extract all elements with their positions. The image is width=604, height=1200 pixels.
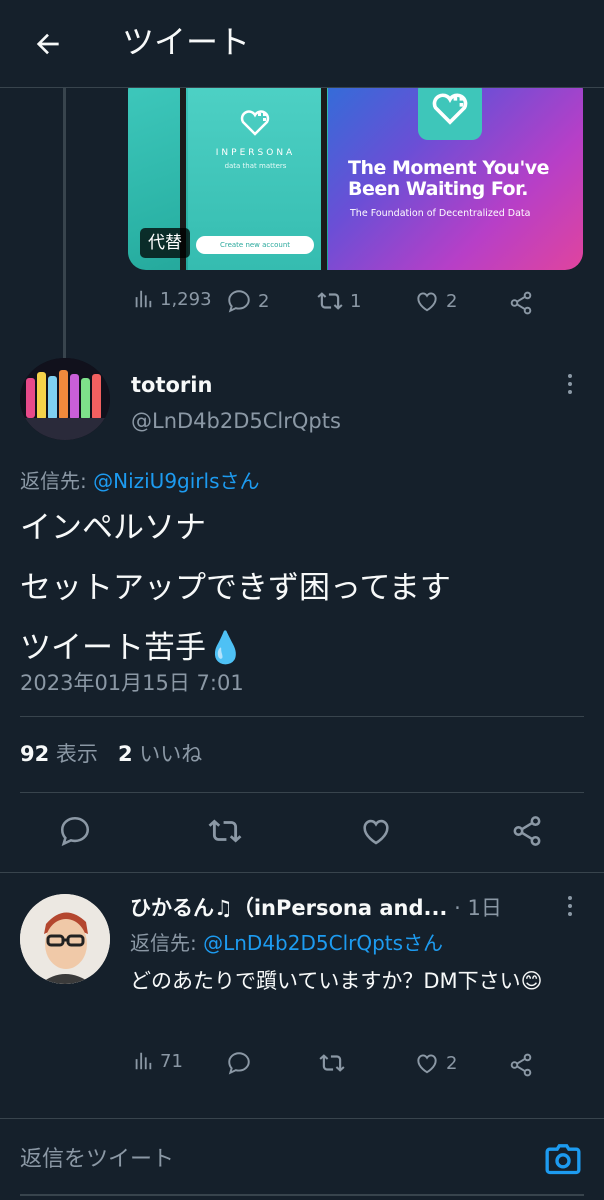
- username[interactable]: @LnD4b2D5ClrQpts: [131, 406, 341, 436]
- promo-banner: The Moment You've Been Waiting For. The …: [328, 72, 583, 270]
- inpersona-heart-logo-icon: [240, 110, 270, 136]
- more-vertical-icon: [568, 374, 572, 394]
- reply-count: 2: [258, 290, 270, 312]
- brand-tagline: data that matters: [224, 162, 287, 170]
- retweet-icon: [319, 1054, 345, 1072]
- promo-title: The Moment You've Been Waiting For.: [348, 157, 550, 200]
- reply-prefix: 返信先:: [130, 931, 204, 955]
- reply-button[interactable]: 2: [226, 288, 269, 314]
- avatar-photo: [20, 358, 110, 440]
- create-account-button-image: Create new account: [196, 236, 314, 254]
- more-vertical-icon: [568, 896, 572, 916]
- retweet-button[interactable]: [207, 814, 243, 848]
- reply-icon: [228, 1052, 250, 1075]
- share-icon: [510, 1053, 532, 1077]
- divider: [0, 1118, 604, 1119]
- reply-context: 返信先: @NiziU9girlsさん: [20, 466, 260, 496]
- share-button[interactable]: [510, 814, 544, 848]
- promo-subtitle: The Foundation of Decentralized Data: [350, 208, 531, 219]
- heart-icon: [417, 1054, 437, 1074]
- views-button[interactable]: 1,293: [132, 288, 212, 310]
- tweet-timestamp[interactable]: 2023年01月15日 7:01: [20, 668, 244, 698]
- reply-icon: [228, 290, 250, 313]
- reply-composer-input[interactable]: 返信をツイート: [20, 1140, 174, 1180]
- alt-text-badge[interactable]: 代替: [140, 228, 190, 258]
- tweet-line: インペルソナ: [20, 510, 206, 546]
- analytics-icon: [135, 1052, 152, 1070]
- phone-frame: [321, 72, 327, 270]
- likes-count: 2: [117, 742, 133, 766]
- reply-icon: [60, 816, 90, 847]
- reply-context: 返信先: @LnD4b2D5ClrQptsさん: [130, 928, 443, 958]
- divider: [20, 792, 584, 793]
- views-count: 1,293: [160, 288, 212, 310]
- reply-handle-link[interactable]: @LnD4b2D5ClrQptsさん: [203, 931, 443, 955]
- likes-label[interactable]: いいね: [139, 742, 202, 766]
- heart-icon: [363, 819, 389, 845]
- retweet-icon: [317, 292, 343, 310]
- reply-time: · 1日: [454, 896, 502, 920]
- retweet-button[interactable]: [318, 1050, 346, 1076]
- arrow-left-icon: [36, 33, 59, 55]
- reply-header: ひかるん♫（inPersona and... · 1日: [130, 892, 530, 924]
- share-icon: [513, 816, 541, 846]
- views-button[interactable]: 71: [132, 1050, 183, 1072]
- avatar[interactable]: [20, 358, 110, 440]
- like-count: 2: [446, 290, 458, 312]
- tweet-stats: 92 表示 2 いいね: [20, 738, 202, 770]
- more-options-button[interactable]: [558, 372, 582, 396]
- camera-icon: [545, 1144, 581, 1175]
- retweet-icon: [208, 819, 242, 843]
- more-options-button[interactable]: [558, 894, 582, 918]
- tweet-media-image[interactable]: INPERSONA data that matters Create new a…: [128, 72, 583, 270]
- tweet-text: インペルソナ セットアップできず困ってます ツイート苦手💧: [20, 498, 590, 678]
- display-name[interactable]: ひかるん♫（inPersona and...: [130, 896, 447, 920]
- retweet-button[interactable]: 1: [316, 288, 361, 314]
- app-tile: [418, 80, 482, 140]
- reply-button[interactable]: [58, 814, 92, 848]
- views-count: 71: [160, 1050, 183, 1072]
- like-button[interactable]: 2: [414, 288, 457, 314]
- tweet-line: セットアップできず困ってます: [20, 570, 451, 606]
- reply-text: どのあたりで躓いていますか？DM下さい😊: [130, 969, 543, 993]
- divider: [20, 716, 584, 717]
- back-button[interactable]: [22, 22, 74, 66]
- share-button[interactable]: [508, 290, 534, 316]
- analytics-icon: [135, 290, 152, 308]
- inpersona-heart-logo-icon: [432, 93, 468, 125]
- views-count: 92: [20, 742, 50, 766]
- share-button[interactable]: [508, 1052, 534, 1078]
- like-button[interactable]: 2: [414, 1050, 457, 1076]
- avatar[interactable]: [20, 894, 110, 984]
- heart-icon: [417, 292, 437, 312]
- share-icon: [510, 291, 532, 315]
- thread-connector-line: [63, 88, 66, 360]
- camera-button[interactable]: [543, 1140, 583, 1180]
- reply-handle-link[interactable]: @NiziU9girlsさん: [93, 469, 259, 493]
- composer-underline: [20, 1194, 584, 1196]
- reply-prefix: 返信先:: [20, 469, 94, 493]
- avatar-photo: [20, 894, 110, 984]
- top-bar: ツイート: [0, 0, 604, 88]
- like-button[interactable]: [359, 814, 393, 848]
- reply-button[interactable]: [226, 1050, 252, 1076]
- page-title: ツイート: [122, 23, 251, 61]
- display-name[interactable]: totorin: [131, 372, 212, 398]
- retweet-count: 1: [350, 290, 362, 312]
- views-label[interactable]: 表示: [56, 742, 98, 766]
- brand-name: INPERSONA: [215, 148, 296, 158]
- like-count: 2: [446, 1052, 458, 1074]
- divider: [0, 872, 604, 873]
